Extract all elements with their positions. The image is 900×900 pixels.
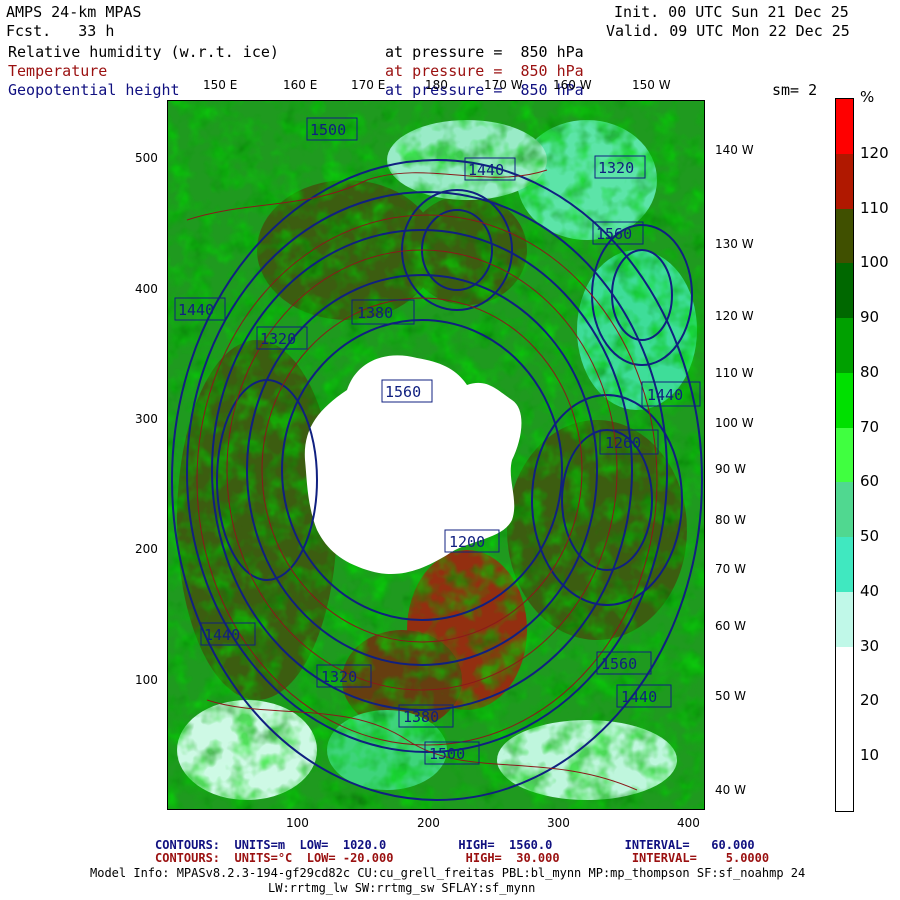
top-lon-label: 170 E <box>351 78 386 92</box>
footer-height-contours: CONTOURS: UNITS=m LOW= 1020.0 HIGH= 1560… <box>155 838 755 852</box>
y-tick-label: 400 <box>135 282 158 296</box>
top-lon-label: 150 W <box>632 78 671 92</box>
colorbar-segment <box>836 756 853 812</box>
colorbar-segment <box>836 208 853 264</box>
svg-text:1500: 1500 <box>310 121 346 139</box>
right-lon-label: 80 W <box>715 513 746 527</box>
model-info-line1: Model Info: MPASv8.2.3-194-gf29cd82c CU:… <box>90 866 806 880</box>
colorbar-segment <box>836 318 853 374</box>
smoothing-label: sm= 2 <box>772 81 818 99</box>
svg-text:1440: 1440 <box>178 301 214 319</box>
colorbar-label: 20 <box>860 691 880 710</box>
y-tick-label: 100 <box>135 673 158 687</box>
weather-map: 1500 1440 1320 1560 1380 1440 1320 1440 … <box>167 100 705 810</box>
colorbar-segment <box>836 646 853 702</box>
right-lon-label: 110 W <box>715 366 754 380</box>
svg-text:1380: 1380 <box>403 708 439 726</box>
x-tick-label: 300 <box>547 816 570 830</box>
y-tick-label: 200 <box>135 542 158 556</box>
colorbar <box>835 98 854 812</box>
colorbar-label: 30 <box>860 636 880 655</box>
y-tick-label: 300 <box>135 412 158 426</box>
colorbar-unit: % <box>860 88 875 106</box>
y-tick-label: 500 <box>135 151 158 165</box>
field-rh-name: Relative humidity (w.r.t. ice) <box>8 43 279 61</box>
svg-text:1320: 1320 <box>598 159 634 177</box>
colorbar-segment <box>836 263 853 319</box>
top-lon-label: 150 E <box>203 78 238 92</box>
svg-text:1260: 1260 <box>605 434 641 452</box>
right-lon-label: 100 W <box>715 416 754 430</box>
colorbar-segment <box>836 537 853 593</box>
svg-text:1560: 1560 <box>601 655 637 673</box>
right-lon-label: 60 W <box>715 619 746 633</box>
colorbar-segment <box>836 591 853 648</box>
model-info-line2: LW:rrtmg_lw SW:rrtmg_sw SFLAY:sf_mynn <box>268 881 536 895</box>
top-lon-label: 170 W <box>484 78 523 92</box>
model-title: AMPS 24-km MPAS <box>6 3 142 21</box>
colorbar-label: 10 <box>860 746 880 765</box>
right-lon-label: 50 W <box>715 689 746 703</box>
right-lon-label: 140 W <box>715 143 754 157</box>
colorbar-segment <box>836 427 853 483</box>
field-hgt-name: Geopotential height <box>8 81 180 99</box>
colorbar-segment <box>836 701 853 757</box>
svg-text:1440: 1440 <box>647 386 683 404</box>
svg-text:1560: 1560 <box>385 383 421 401</box>
colorbar-label: 120 <box>860 143 889 162</box>
right-lon-label: 90 W <box>715 462 746 476</box>
top-lon-label: 160 W <box>553 78 592 92</box>
svg-text:1440: 1440 <box>204 626 240 644</box>
colorbar-label: 90 <box>860 308 880 327</box>
right-lon-label: 130 W <box>715 237 754 251</box>
colorbar-segment <box>836 482 853 538</box>
x-tick-label: 200 <box>417 816 440 830</box>
colorbar-label: 40 <box>860 581 880 600</box>
field-temp-level: at pressure = 850 hPa <box>385 62 584 80</box>
valid-time: Valid. 09 UTC Mon 22 Dec 25 <box>606 22 850 40</box>
forecast-hour: Fcst. 33 h <box>6 22 115 40</box>
right-lon-label: 40 W <box>715 783 746 797</box>
colorbar-label: 70 <box>860 417 880 436</box>
colorbar-segment <box>836 153 853 210</box>
x-tick-label: 400 <box>677 816 700 830</box>
top-lon-label: 160 E <box>283 78 318 92</box>
svg-text:1320: 1320 <box>260 330 296 348</box>
svg-text:1200: 1200 <box>449 533 485 551</box>
colorbar-label: 100 <box>860 253 889 272</box>
colorbar-label: 60 <box>860 472 880 491</box>
svg-text:1440: 1440 <box>621 688 657 706</box>
colorbar-label: 50 <box>860 527 880 546</box>
field-temp-name: Temperature <box>8 62 108 80</box>
colorbar-label: 80 <box>860 362 880 381</box>
svg-text:1440: 1440 <box>468 161 504 179</box>
svg-text:1320: 1320 <box>321 668 357 686</box>
colorbar-segment <box>836 99 853 155</box>
svg-text:1380: 1380 <box>357 304 393 322</box>
svg-text:1560: 1560 <box>596 225 632 243</box>
init-time: Init. 00 UTC Sun 21 Dec 25 <box>614 3 849 21</box>
footer-temperature-contours: CONTOURS: UNITS=°C LOW= -20.000 HIGH= 30… <box>155 851 770 865</box>
colorbar-segment <box>836 372 853 429</box>
top-lon-label: 180 <box>425 78 448 92</box>
right-lon-label: 70 W <box>715 562 746 576</box>
right-lon-label: 120 W <box>715 309 754 323</box>
field-rh-level: at pressure = 850 hPa <box>385 43 584 61</box>
colorbar-label: 110 <box>860 198 889 217</box>
svg-text:1500: 1500 <box>429 745 465 763</box>
x-tick-label: 100 <box>286 816 309 830</box>
